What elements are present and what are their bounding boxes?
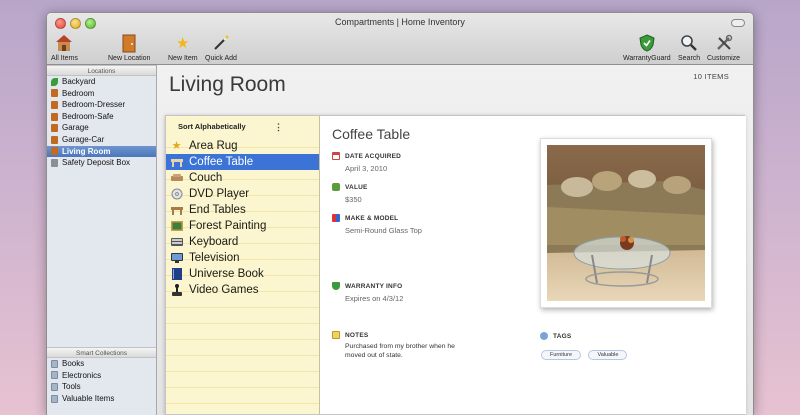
warranty-field: WARRANTY INFO Expires on 4/3/12 [332,282,403,303]
item-title: Coffee Table [332,126,411,142]
house-icon [54,33,74,53]
tags-list: Furniture Valuable [541,343,630,361]
item-count: 10 ITEMS [693,72,729,81]
folder-icon [51,371,58,380]
search-button[interactable]: Search [678,33,700,62]
sidebar-item-bedroom[interactable]: Bedroom [47,88,156,100]
sort-label: Sort Alphabetically [178,122,246,131]
sort-menu[interactable]: Sort Alphabetically ⋮ [166,116,319,138]
new-location-button[interactable]: New Location [108,33,150,62]
list-item-video-games[interactable]: Video Games [166,282,319,298]
sidebar-item-tools[interactable]: Tools [47,381,156,393]
all-items-button[interactable]: All Items [51,33,78,62]
item-photo[interactable] [540,138,712,308]
warrantyguard-button[interactable]: WarrantyGuard [623,33,671,62]
inventory-panel: Sort Alphabetically ⋮ ★ Area Rug Coffee … [165,115,746,415]
list-item-forest-painting[interactable]: Forest Painting [166,218,319,234]
sidebar-item-bedroom-safe[interactable]: Bedroom-Safe [47,111,156,123]
couch-icon [170,172,183,185]
list-item-couch[interactable]: Couch [166,170,319,186]
joystick-icon [170,284,183,297]
door-icon [51,112,58,121]
app-window: Compartments | Home Inventory All Items … [46,12,754,415]
sidebar-item-safety-deposit-box[interactable]: Safety Deposit Box [47,157,156,169]
main-content: Living Room 10 ITEMS Sort Alphabetically… [157,65,753,415]
quick-add-button[interactable]: Quick Add [205,33,237,62]
item-detail: Coffee Table DATE ACQUIRED April 3, 2010… [321,116,746,414]
window-title: Compartments | Home Inventory [335,17,465,27]
value-value[interactable]: $350 [345,195,368,204]
sort-options-icon[interactable]: ⋮ [274,116,283,138]
toolbar: Compartments | Home Inventory All Items … [47,13,753,65]
sidebar-item-garage[interactable]: Garage [47,122,156,134]
value-field: VALUE $350 [332,183,368,204]
door-icon [51,147,58,156]
painting-icon [170,220,183,233]
box-icon [51,158,58,167]
list-item-keyboard[interactable]: Keyboard [166,234,319,250]
locations-header: Locations [47,65,156,76]
book-icon [170,268,183,281]
new-item-button[interactable]: ★ New Item [168,33,198,63]
search-icon [679,33,699,53]
coffee-table-photo [547,145,705,301]
leaf-icon [51,77,58,86]
sidebar-item-backyard[interactable]: Backyard [47,76,156,88]
dollar-icon [332,183,340,191]
item-list: Sort Alphabetically ⋮ ★ Area Rug Coffee … [166,116,320,414]
note-icon [332,331,340,339]
calendar-icon [332,152,340,160]
sidebar-item-living-room[interactable]: Living Room [47,145,156,158]
warranty-value[interactable]: Expires on 4/3/12 [345,294,403,303]
star-icon: ★ [171,140,182,152]
list-item-television[interactable]: Television [166,250,319,266]
star-icon: ★ [176,34,190,52]
tag-furniture[interactable]: Furniture [541,350,582,360]
locations-list: Backyard Bedroom Bedroom-Dresser Bedroom… [47,76,156,169]
date-acquired-field: DATE ACQUIRED April 3, 2010 [332,152,401,173]
make-model-field: MAKE & MODEL Semi-Round Glass Top [332,214,422,235]
magic-wand-icon [211,33,231,53]
sidebar-item-bedroom-dresser[interactable]: Bedroom-Dresser [47,99,156,111]
door-icon [51,100,58,109]
tag-icon [540,332,548,340]
tv-icon [170,252,183,265]
keyboard-icon [170,236,183,249]
door-icon [51,89,58,98]
list-item-universe-book[interactable]: Universe Book [166,266,319,282]
disc-icon [170,188,183,201]
sidebar-item-garage-car[interactable]: Garage-Car [47,134,156,146]
smart-collections: Smart Collections Books Electronics Tool… [47,347,156,404]
folder-icon [51,359,58,368]
list-item-end-tables[interactable]: End Tables [166,202,319,218]
date-acquired-value[interactable]: April 3, 2010 [345,164,401,173]
customize-button[interactable]: Customize [707,33,740,62]
notes-field: NOTES Purchased from my brother when he … [332,331,470,360]
door-icon [51,135,58,144]
toolbar-toggle-button[interactable] [731,19,745,27]
list-item-coffee-table[interactable]: Coffee Table [166,154,319,170]
shield-icon [332,282,340,290]
shield-icon [637,33,657,53]
list-item-dvd-player[interactable]: DVD Player [166,186,319,202]
make-model-value[interactable]: Semi-Round Glass Top [345,226,422,235]
sidebar-item-electronics[interactable]: Electronics [47,370,156,382]
table-icon [170,204,183,217]
door-icon [51,124,58,133]
sidebar: Locations Backyard Bedroom Bedroom-Dress… [47,65,157,415]
folder-icon [51,382,58,391]
table-icon [170,156,183,169]
tools-icon [714,33,734,53]
sidebar-item-books[interactable]: Books [47,358,156,370]
sidebar-item-valuable-items[interactable]: Valuable Items [47,393,156,405]
smart-collections-header: Smart Collections [47,347,156,358]
page-title: Living Room [169,73,286,96]
notes-value[interactable]: Purchased from my brother when he moved … [345,342,470,360]
tags-field: TAGS Furniture Valuable [540,332,630,361]
folder-icon [51,394,58,403]
blocks-icon [332,214,340,222]
list-item-area-rug[interactable]: ★ Area Rug [166,138,319,154]
tag-valuable[interactable]: Valuable [588,350,628,360]
door-icon [119,33,139,53]
